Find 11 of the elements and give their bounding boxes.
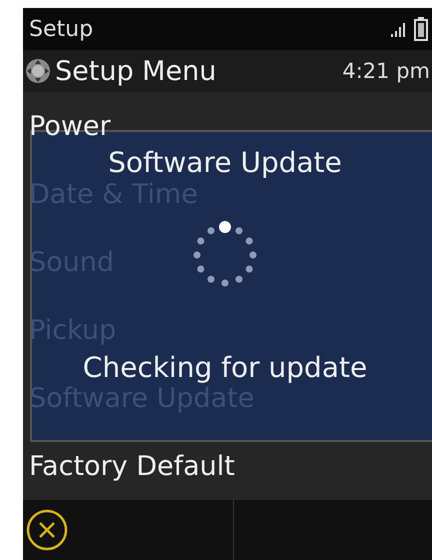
- clock-time: 4:21 pm: [342, 59, 430, 83]
- status-title: Setup: [29, 16, 94, 42]
- navigation-pad-icon: [25, 58, 51, 84]
- signal-icon: [390, 20, 408, 38]
- dialog-message: Checking for update: [82, 351, 368, 384]
- dialog-title: Software Update: [108, 146, 343, 179]
- battery-icon: [414, 17, 428, 41]
- menu-item[interactable]: Power: [29, 110, 111, 142]
- menu-item[interactable]: Factory Default: [29, 450, 235, 482]
- header-title: Setup Menu: [55, 56, 218, 86]
- close-icon[interactable]: [26, 509, 68, 551]
